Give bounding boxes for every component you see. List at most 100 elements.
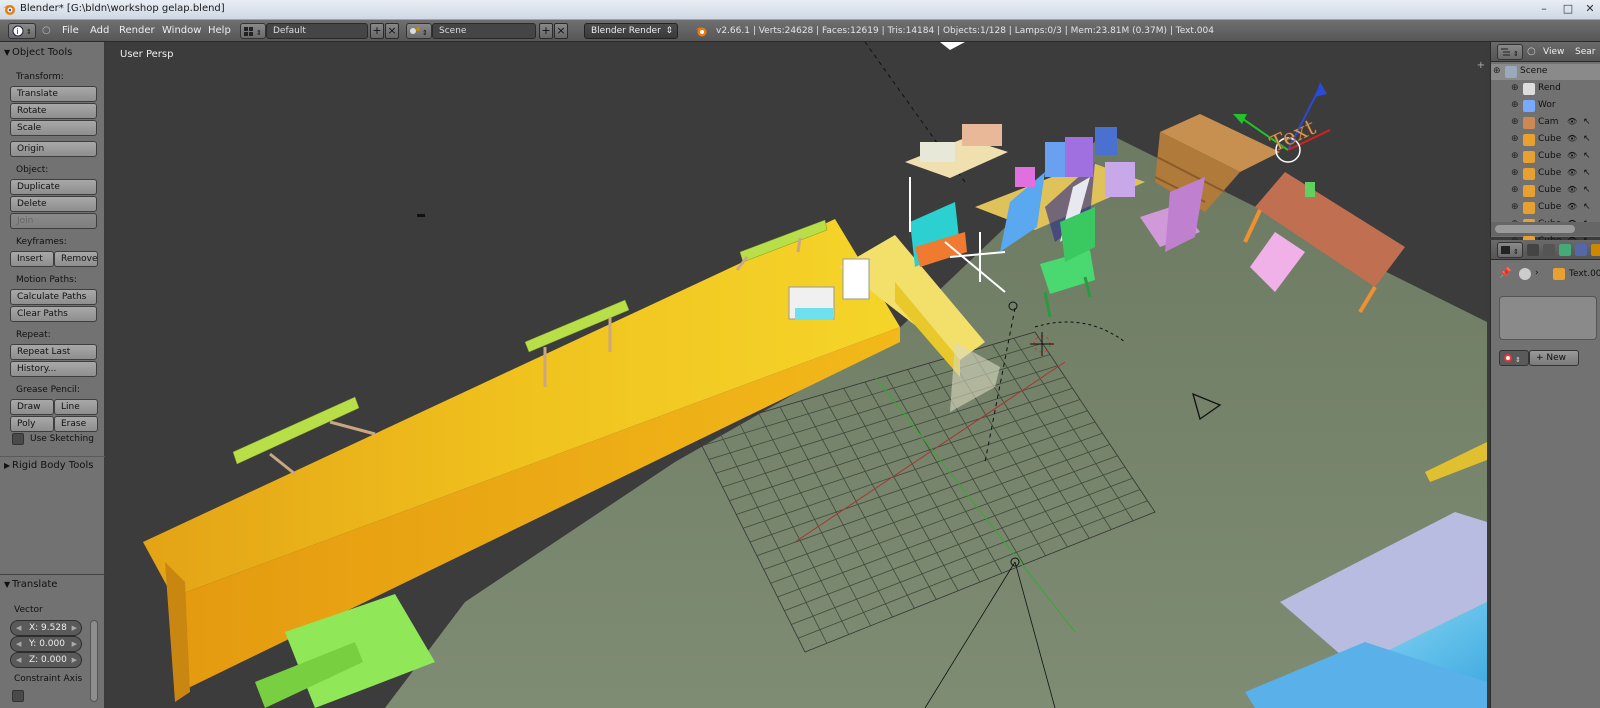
expand-icon[interactable]: ⊕ (1511, 151, 1519, 161)
remove-screen-button[interactable]: × (385, 23, 399, 39)
increment-arrow-icon[interactable]: ▶ (72, 621, 77, 635)
selectable-cursor-icon[interactable]: ↖ (1583, 185, 1591, 195)
selectable-cursor-icon[interactable]: ↖ (1583, 117, 1591, 127)
visibility-eye-icon[interactable]: 👁 (1567, 202, 1577, 211)
outliner-editor-icon[interactable]: ⇕ (1497, 44, 1523, 60)
visibility-eye-icon[interactable]: 👁 (1567, 134, 1577, 143)
rotate-button[interactable]: Rotate (10, 103, 97, 119)
vector-y-field[interactable]: ◀ Y: 0.000 ▶ (10, 636, 82, 652)
expand-icon[interactable]: ⊕ (1511, 202, 1519, 212)
outliner-view-menu[interactable]: View (1543, 47, 1564, 57)
menu-render[interactable]: Render (119, 25, 155, 36)
translate-operator-header[interactable]: ▼ Translate (0, 576, 105, 594)
outliner-row[interactable]: ⊕ Cube 👁 ↖ (1491, 166, 1600, 182)
outliner-row[interactable]: ⊕ Cam 👁 ↖ (1491, 115, 1600, 131)
duplicate-objects-button[interactable]: Duplicate Objects (10, 179, 97, 206)
pin-icon[interactable]: 📌 (1499, 268, 1511, 279)
origin-button[interactable]: Origin (10, 141, 97, 157)
menu-add[interactable]: Add (90, 25, 109, 36)
visibility-eye-icon[interactable]: 👁 (1567, 185, 1577, 194)
expand-icon[interactable]: ⊕ (1511, 185, 1519, 195)
vector-x-field[interactable]: ◀ X: 9.528 ▶ (10, 620, 82, 636)
tool-shelf-scrollbar[interactable] (90, 620, 98, 702)
scene-tab-icon[interactable] (1559, 244, 1571, 256)
collapse-menu-icon[interactable]: ○ (42, 25, 51, 36)
3d-viewport[interactable]: Text User Persp + (105, 42, 1487, 708)
constraint-axis-checkbox[interactable] (12, 690, 24, 702)
visibility-eye-icon[interactable]: 👁 (1567, 117, 1577, 126)
use-sketching-checkbox[interactable] (12, 433, 24, 445)
insert-keyframe-button[interactable]: Insert (10, 251, 54, 267)
decrement-arrow-icon[interactable]: ◀ (16, 637, 21, 651)
selectable-cursor-icon[interactable]: ↖ (1583, 168, 1591, 178)
close-button[interactable]: ✕ (1582, 2, 1598, 16)
decrement-arrow-icon[interactable]: ◀ (16, 621, 21, 635)
menu-window[interactable]: Window (162, 25, 201, 36)
outliner-search-menu[interactable]: Sear (1575, 47, 1595, 57)
screen-layout-icon[interactable]: ⇕ (240, 23, 266, 39)
rigid-body-tools-header[interactable]: ▶ Rigid Body Tools (0, 456, 105, 474)
history-button[interactable]: History... (10, 361, 97, 377)
layers-tab-icon[interactable] (1543, 244, 1555, 256)
increment-arrow-icon[interactable]: ▶ (72, 637, 77, 651)
outliner-row[interactable]: ⊕ Rend (1491, 81, 1600, 97)
visibility-eye-icon[interactable]: 👁 (1567, 168, 1577, 177)
selectable-cursor-icon[interactable]: ↖ (1583, 134, 1591, 144)
new-material-button[interactable]: + New (1529, 350, 1579, 366)
editor-type-button[interactable]: i ⇕ (8, 23, 36, 39)
scene-icon[interactable]: ⇕ (406, 23, 432, 39)
vector-z-field[interactable]: ◀ Z: 0.000 ▶ (10, 652, 82, 668)
poly-button[interactable]: Poly (10, 416, 54, 432)
calculate-paths-button[interactable]: Calculate Paths (10, 289, 97, 305)
world-tab-icon[interactable] (1575, 244, 1587, 256)
object-tools-panel-header[interactable]: ▼ Object Tools (0, 44, 105, 62)
menu-file[interactable]: File (62, 25, 79, 36)
decrement-arrow-icon[interactable]: ◀ (16, 653, 21, 667)
expand-icon[interactable]: ⊕ (1511, 83, 1519, 93)
delete-button[interactable]: Delete (10, 196, 97, 212)
outliner-row[interactable]: ⊕ Cube 👁 ↖ (1491, 149, 1600, 165)
remove-scene-button[interactable]: × (554, 23, 568, 39)
object-tab-icon[interactable] (1591, 244, 1600, 256)
maximize-button[interactable]: □ (1560, 2, 1576, 16)
increment-arrow-icon[interactable]: ▶ (72, 653, 77, 667)
erase-button[interactable]: Erase (54, 416, 98, 432)
add-screen-button[interactable]: + (370, 23, 384, 39)
selectable-cursor-icon[interactable]: ↖ (1583, 202, 1591, 212)
viewport-corner-widget[interactable]: + (1477, 60, 1485, 71)
outliner-row[interactable]: ⊕ Scene (1491, 64, 1600, 80)
scale-button[interactable]: Scale (10, 120, 97, 136)
collapse-menu-icon[interactable]: ○ (1527, 46, 1536, 57)
render-tab-icon[interactable] (1527, 244, 1539, 256)
properties-editor-icon[interactable]: ⇕ (1497, 242, 1523, 258)
expand-icon[interactable]: ⊕ (1493, 66, 1501, 76)
line-button[interactable]: Line (54, 399, 98, 415)
expand-icon[interactable]: ⊕ (1511, 117, 1519, 127)
material-slot-list[interactable] (1499, 296, 1597, 340)
minimize-button[interactable]: – (1536, 2, 1552, 16)
screen-layout-field[interactable]: Default (266, 23, 368, 39)
remove-keyframe-button[interactable]: Remove (54, 251, 98, 267)
scene-field[interactable]: Scene (432, 23, 536, 39)
clear-paths-button[interactable]: Clear Paths (10, 306, 97, 322)
translate-button[interactable]: Translate (10, 86, 97, 102)
visibility-eye-icon[interactable]: 👁 (1567, 151, 1577, 160)
expand-icon[interactable]: ⊕ (1511, 134, 1519, 144)
outliner-row[interactable]: ⊕ Cube 👁 ↖ (1491, 132, 1600, 148)
expand-icon[interactable]: ⊕ (1511, 100, 1519, 110)
selectable-cursor-icon[interactable]: ↖ (1583, 151, 1591, 161)
add-scene-button[interactable]: + (539, 23, 553, 39)
outliner-scrollbar[interactable] (1491, 222, 1600, 236)
outliner-row[interactable]: ⊕ Cube 👁 ↖ (1491, 200, 1600, 216)
info-icon: i ⇕ (12, 25, 32, 37)
join-button[interactable]: Join (10, 213, 97, 229)
outliner-row-label: Cube (1538, 185, 1562, 195)
outliner-row[interactable]: ⊕ Wor (1491, 98, 1600, 114)
outliner-row[interactable]: ⊕ Cube 👁 ↖ (1491, 183, 1600, 199)
menu-help[interactable]: Help (208, 25, 231, 36)
render-engine-dropdown[interactable]: Blender Render ⇕ (584, 23, 678, 39)
repeat-last-button[interactable]: Repeat Last (10, 344, 97, 360)
draw-button[interactable]: Draw (10, 399, 54, 415)
material-browse-button[interactable]: ⇕ (1499, 350, 1529, 366)
expand-icon[interactable]: ⊕ (1511, 168, 1519, 178)
